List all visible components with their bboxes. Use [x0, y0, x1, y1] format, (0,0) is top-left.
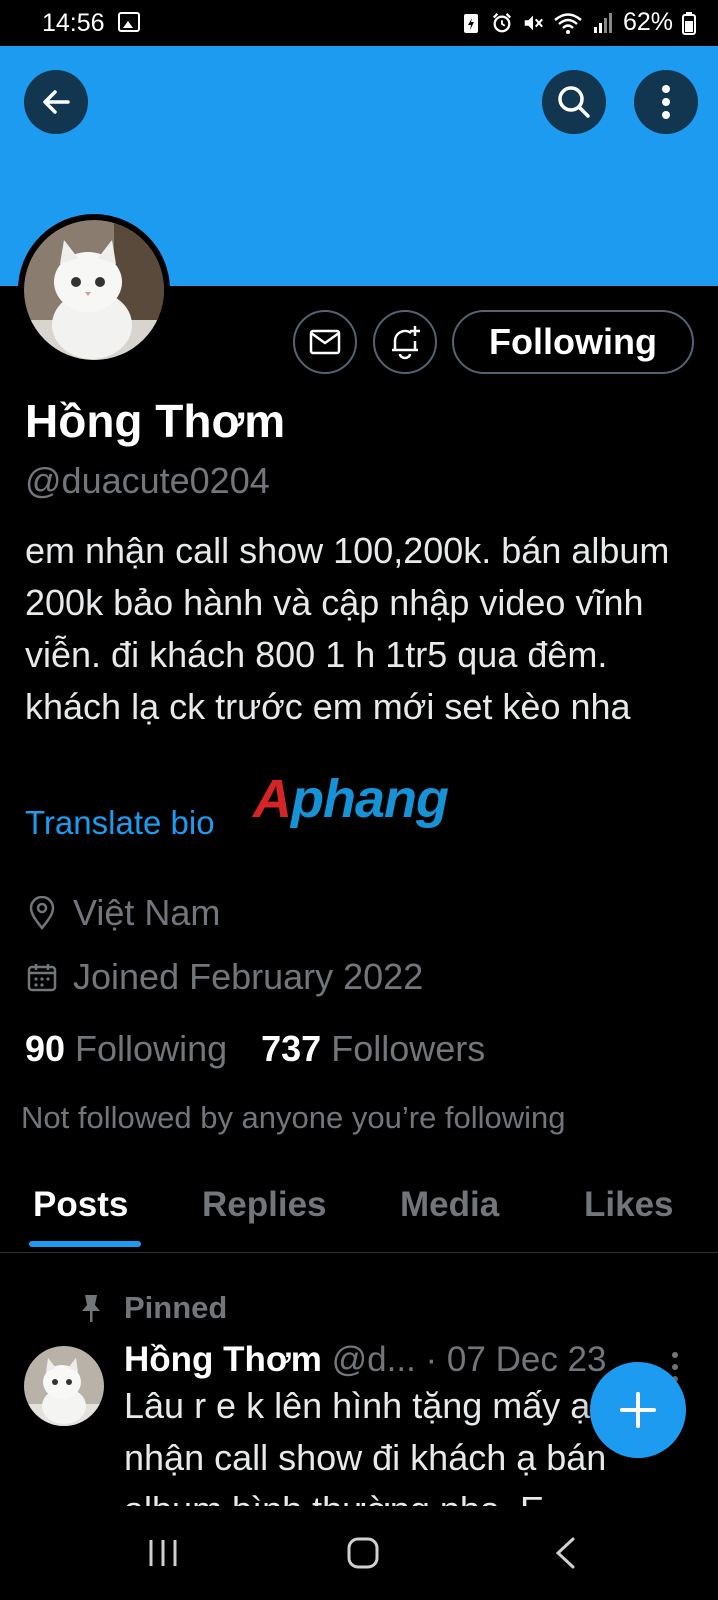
- post-author-handle: @d...: [331, 1340, 416, 1379]
- bell-plus-icon: [392, 326, 420, 360]
- following-button[interactable]: Following: [452, 310, 694, 374]
- home-button[interactable]: [338, 1528, 388, 1578]
- pinned-indicator: Pinned: [78, 1290, 227, 1326]
- location-text: Việt Nam: [73, 892, 221, 933]
- followers-label: Followers: [331, 1028, 486, 1069]
- profile-avatar[interactable]: [18, 214, 170, 366]
- tab-replies[interactable]: Replies: [202, 1185, 327, 1225]
- recent-apps-icon: [149, 1540, 177, 1566]
- recent-apps-button[interactable]: [138, 1528, 188, 1578]
- active-tab-indicator: [29, 1241, 141, 1247]
- pin-icon: [82, 1295, 100, 1322]
- status-bar: 14:56 62%: [0, 0, 718, 46]
- followers-count: 737: [261, 1028, 322, 1069]
- not-followed-text: Not followed by anyone you’re following: [21, 1100, 566, 1135]
- location-pin-icon: [25, 896, 59, 930]
- following-label: Following: [75, 1028, 228, 1069]
- system-nav-bar: [0, 1506, 718, 1600]
- search-button[interactable]: [542, 70, 606, 134]
- profile-handle: @duacute0204: [25, 460, 270, 501]
- post-author-avatar[interactable]: [24, 1346, 104, 1426]
- mail-icon: [309, 329, 341, 355]
- tab-likes[interactable]: Likes: [584, 1185, 674, 1225]
- alarm-icon: [492, 12, 512, 32]
- more-vertical-icon: [662, 85, 670, 119]
- profile-bio: em nhận call show 100,200k. bán album 20…: [25, 530, 670, 727]
- plus-icon: [620, 1392, 656, 1428]
- notifications-button[interactable]: [373, 310, 437, 374]
- home-icon: [347, 1537, 379, 1569]
- profile-location: Việt Nam: [25, 892, 220, 934]
- following-count: 90: [25, 1028, 66, 1069]
- status-time: 14:56: [42, 9, 105, 37]
- calendar-icon: [25, 960, 59, 994]
- system-back-button[interactable]: [540, 1528, 590, 1578]
- post-date: · 07 Dec 23: [425, 1340, 607, 1379]
- following-stat[interactable]: 90 Following: [25, 1028, 227, 1070]
- cat-avatar-small: [24, 1346, 104, 1426]
- arrow-left-icon: [43, 90, 70, 114]
- profile-tabs: Posts Replies Media Likes: [0, 1175, 718, 1253]
- cat-avatar-image: [24, 220, 164, 360]
- display-name: Hồng Thơm: [25, 395, 286, 447]
- nav-back-icon: [555, 1537, 575, 1569]
- profile-joined: Joined February 2022: [25, 956, 423, 998]
- image-icon: [118, 12, 140, 32]
- search-icon: [558, 86, 590, 118]
- compose-button[interactable]: [590, 1362, 686, 1458]
- battery-saver-icon: [463, 13, 478, 33]
- followers-stat[interactable]: 737 Followers: [261, 1028, 485, 1070]
- joined-text: Joined February 2022: [73, 956, 424, 997]
- signal-icon: [593, 12, 612, 33]
- back-button[interactable]: [24, 70, 88, 134]
- post-author-name[interactable]: Hồng Thơm: [124, 1340, 322, 1379]
- post-header: Hồng Thơm @d... · 07 Dec 23: [124, 1340, 684, 1380]
- mute-icon: [524, 15, 543, 30]
- tab-media[interactable]: Media: [400, 1185, 499, 1225]
- pinned-label: Pinned: [124, 1290, 228, 1325]
- watermark-logo: Aphang: [253, 769, 449, 829]
- wifi-icon: [554, 12, 582, 34]
- message-button[interactable]: [293, 310, 357, 374]
- translate-bio-link[interactable]: Translate bio: [25, 804, 215, 842]
- status-icons: 62%: [460, 8, 696, 37]
- follow-stats: 90 Following 737 Followers: [25, 1028, 519, 1070]
- battery-icon: [682, 11, 696, 35]
- battery-percent: 62%: [622, 8, 673, 36]
- tab-posts[interactable]: Posts: [33, 1185, 128, 1225]
- more-options-button[interactable]: [634, 70, 698, 134]
